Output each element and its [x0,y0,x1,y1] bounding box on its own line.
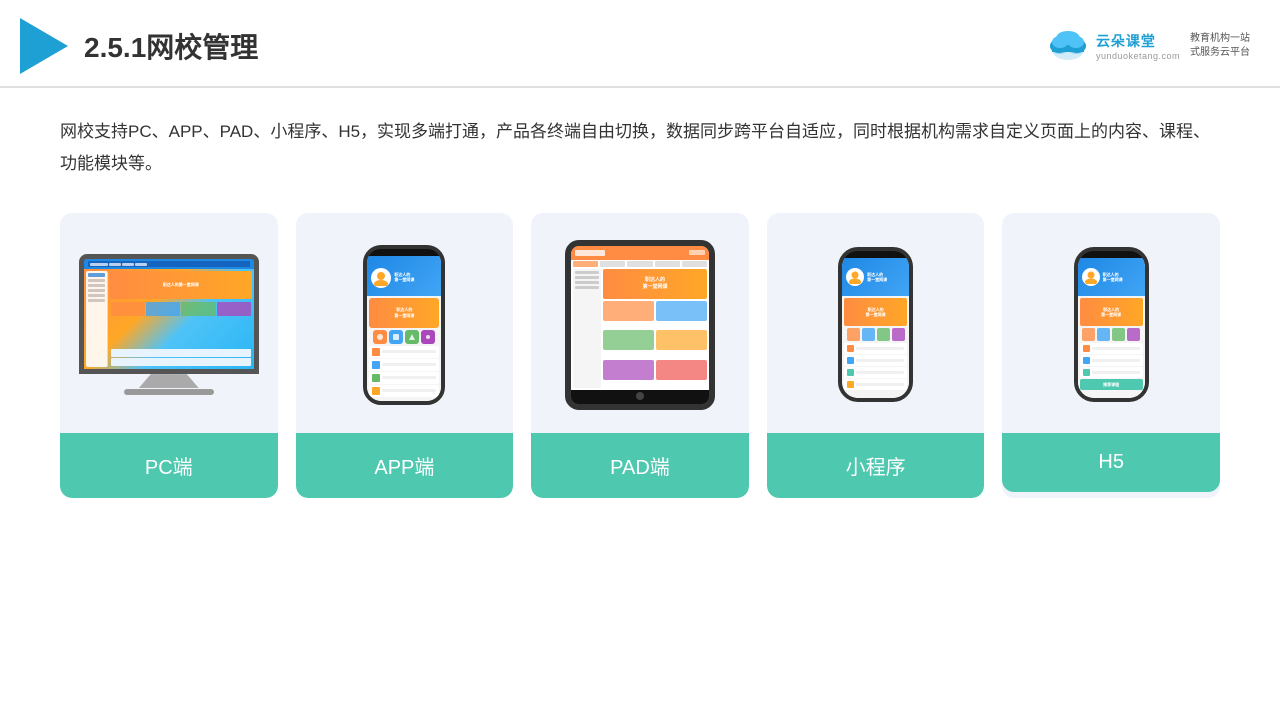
tablet-frame: 职达人的第一堂网课 [565,240,715,410]
header-left: 2.5.1网校管理 [20,18,258,74]
card-pad-image: 职达人的第一堂网课 [531,213,749,433]
page-title: 2.5.1网校管理 [84,26,258,66]
card-miniprogram-label: 小程序 [767,433,985,498]
cloud-icon [1046,28,1090,64]
h5-phone-screen: 职达人的第一堂网课 职达人的第一堂网课 [1078,258,1145,398]
card-pc: 职达人的第一堂网课 [60,213,278,498]
main-content: 网校支持PC、APP、PAD、小程序、H5，实现多端打通，产品各终端自由切换，数… [0,88,1280,518]
brand-logo: 云朵课堂 yunduoketang.com 教育机构一站式服务云平台 [1046,28,1250,64]
card-app-label: APP端 [296,433,514,498]
description: 网校支持PC、APP、PAD、小程序、H5，实现多端打通，产品各终端自由切换，数… [60,116,1220,181]
monitor-frame: 职达人的第一堂网课 [79,254,259,374]
card-app: 职达人的第一堂网课 职达人的第一堂网课 [296,213,514,498]
header-right: 云朵课堂 yunduoketang.com 教育机构一站式服务云平台 [1046,28,1250,64]
card-pc-label: PC端 [60,433,278,498]
card-pad-label: PAD端 [531,433,749,498]
header: 2.5.1网校管理 云朵课堂 yunduoket [0,0,1280,88]
h5-phone: 职达人的第一堂网课 职达人的第一堂网课 [1074,247,1149,402]
card-h5: 职达人的第一堂网课 职达人的第一堂网课 [1002,213,1220,498]
miniprogram-phone: 职达人的第一堂网课 职达人的第一堂网课 [838,247,913,402]
brand-text-wrap: 云朵课堂 yunduoketang.com [1096,31,1180,61]
brand-name: 云朵课堂 [1096,31,1156,51]
brand-slogan: 教育机构一站式服务云平台 [1190,32,1250,60]
card-miniprogram-image: 职达人的第一堂网课 职达人的第一堂网课 [767,213,985,433]
card-app-image: 职达人的第一堂网课 职达人的第一堂网课 [296,213,514,433]
phone-notch [390,249,418,256]
phone-screen: 职达人的第一堂网课 职达人的第一堂网课 [367,256,441,401]
brand-url: yunduoketang.com [1096,51,1180,61]
card-pc-image: 职达人的第一堂网课 [60,213,278,433]
card-miniprogram: 职达人的第一堂网课 职达人的第一堂网课 [767,213,985,498]
app-phone: 职达人的第一堂网课 职达人的第一堂网课 [363,245,445,405]
mini-phone-screen: 职达人的第一堂网课 职达人的第一堂网课 [842,258,909,398]
card-h5-image: 职达人的第一堂网课 职达人的第一堂网课 [1002,213,1220,433]
tablet-screen: 职达人的第一堂网课 [571,246,709,390]
mini-phone-notch [863,251,889,258]
monitor-screen: 职达人的第一堂网课 [84,259,254,369]
card-h5-label: H5 [1002,433,1220,492]
card-pad: 职达人的第一堂网课 [531,213,749,498]
pc-monitor: 职达人的第一堂网课 [79,254,259,395]
cards-container: 职达人的第一堂网课 [60,213,1220,498]
h5-phone-notch [1098,251,1124,258]
logo-triangle [20,18,68,74]
